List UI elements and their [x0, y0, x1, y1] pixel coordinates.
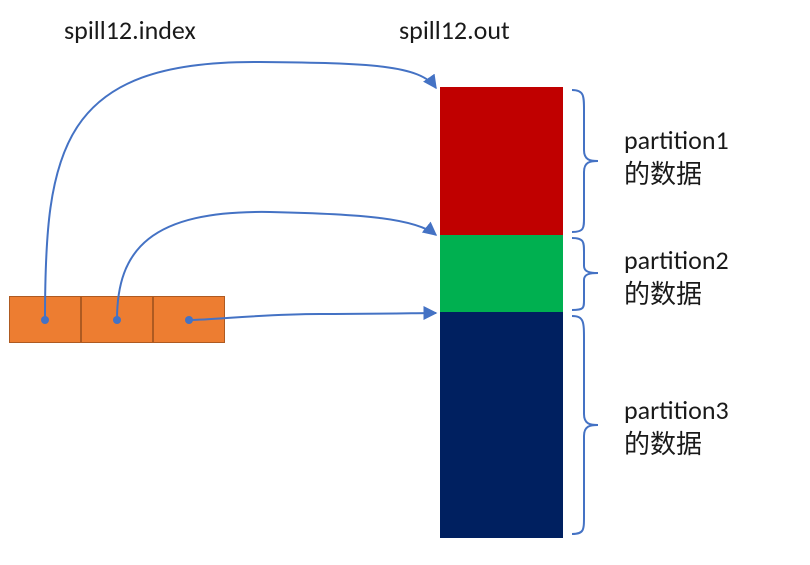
- index-cell-1: [81, 296, 153, 343]
- partition-label-2-line1: partition2: [624, 244, 729, 276]
- partition-block-2: [440, 235, 563, 312]
- brace-3: [572, 316, 598, 534]
- diagram-canvas: spill12.index spill12.out partition1 的数据…: [0, 0, 810, 565]
- index-cell-2: [153, 296, 225, 343]
- partition-label-3: partition3 的数据: [624, 394, 729, 462]
- brace-2: [572, 238, 598, 310]
- partition-label-1-line1: partition1: [624, 124, 729, 156]
- partition-label-3-line2: 的数据: [624, 428, 702, 460]
- partition-label-1-line2: 的数据: [624, 158, 702, 190]
- title-index: spill12.index: [64, 14, 196, 48]
- partition-label-2: partition2 的数据: [624, 244, 729, 312]
- partition-block-3: [440, 312, 563, 538]
- arrow-2: [189, 313, 436, 320]
- arrow-0: [45, 62, 436, 320]
- partition-block-1: [440, 87, 563, 235]
- brace-1: [572, 90, 598, 232]
- index-cell-0: [9, 296, 81, 343]
- partition-label-3-line1: partition3: [624, 394, 729, 426]
- title-out: spill12.out: [399, 14, 510, 48]
- partition-label-2-line2: 的数据: [624, 278, 702, 310]
- partition-label-1: partition1 的数据: [624, 124, 729, 192]
